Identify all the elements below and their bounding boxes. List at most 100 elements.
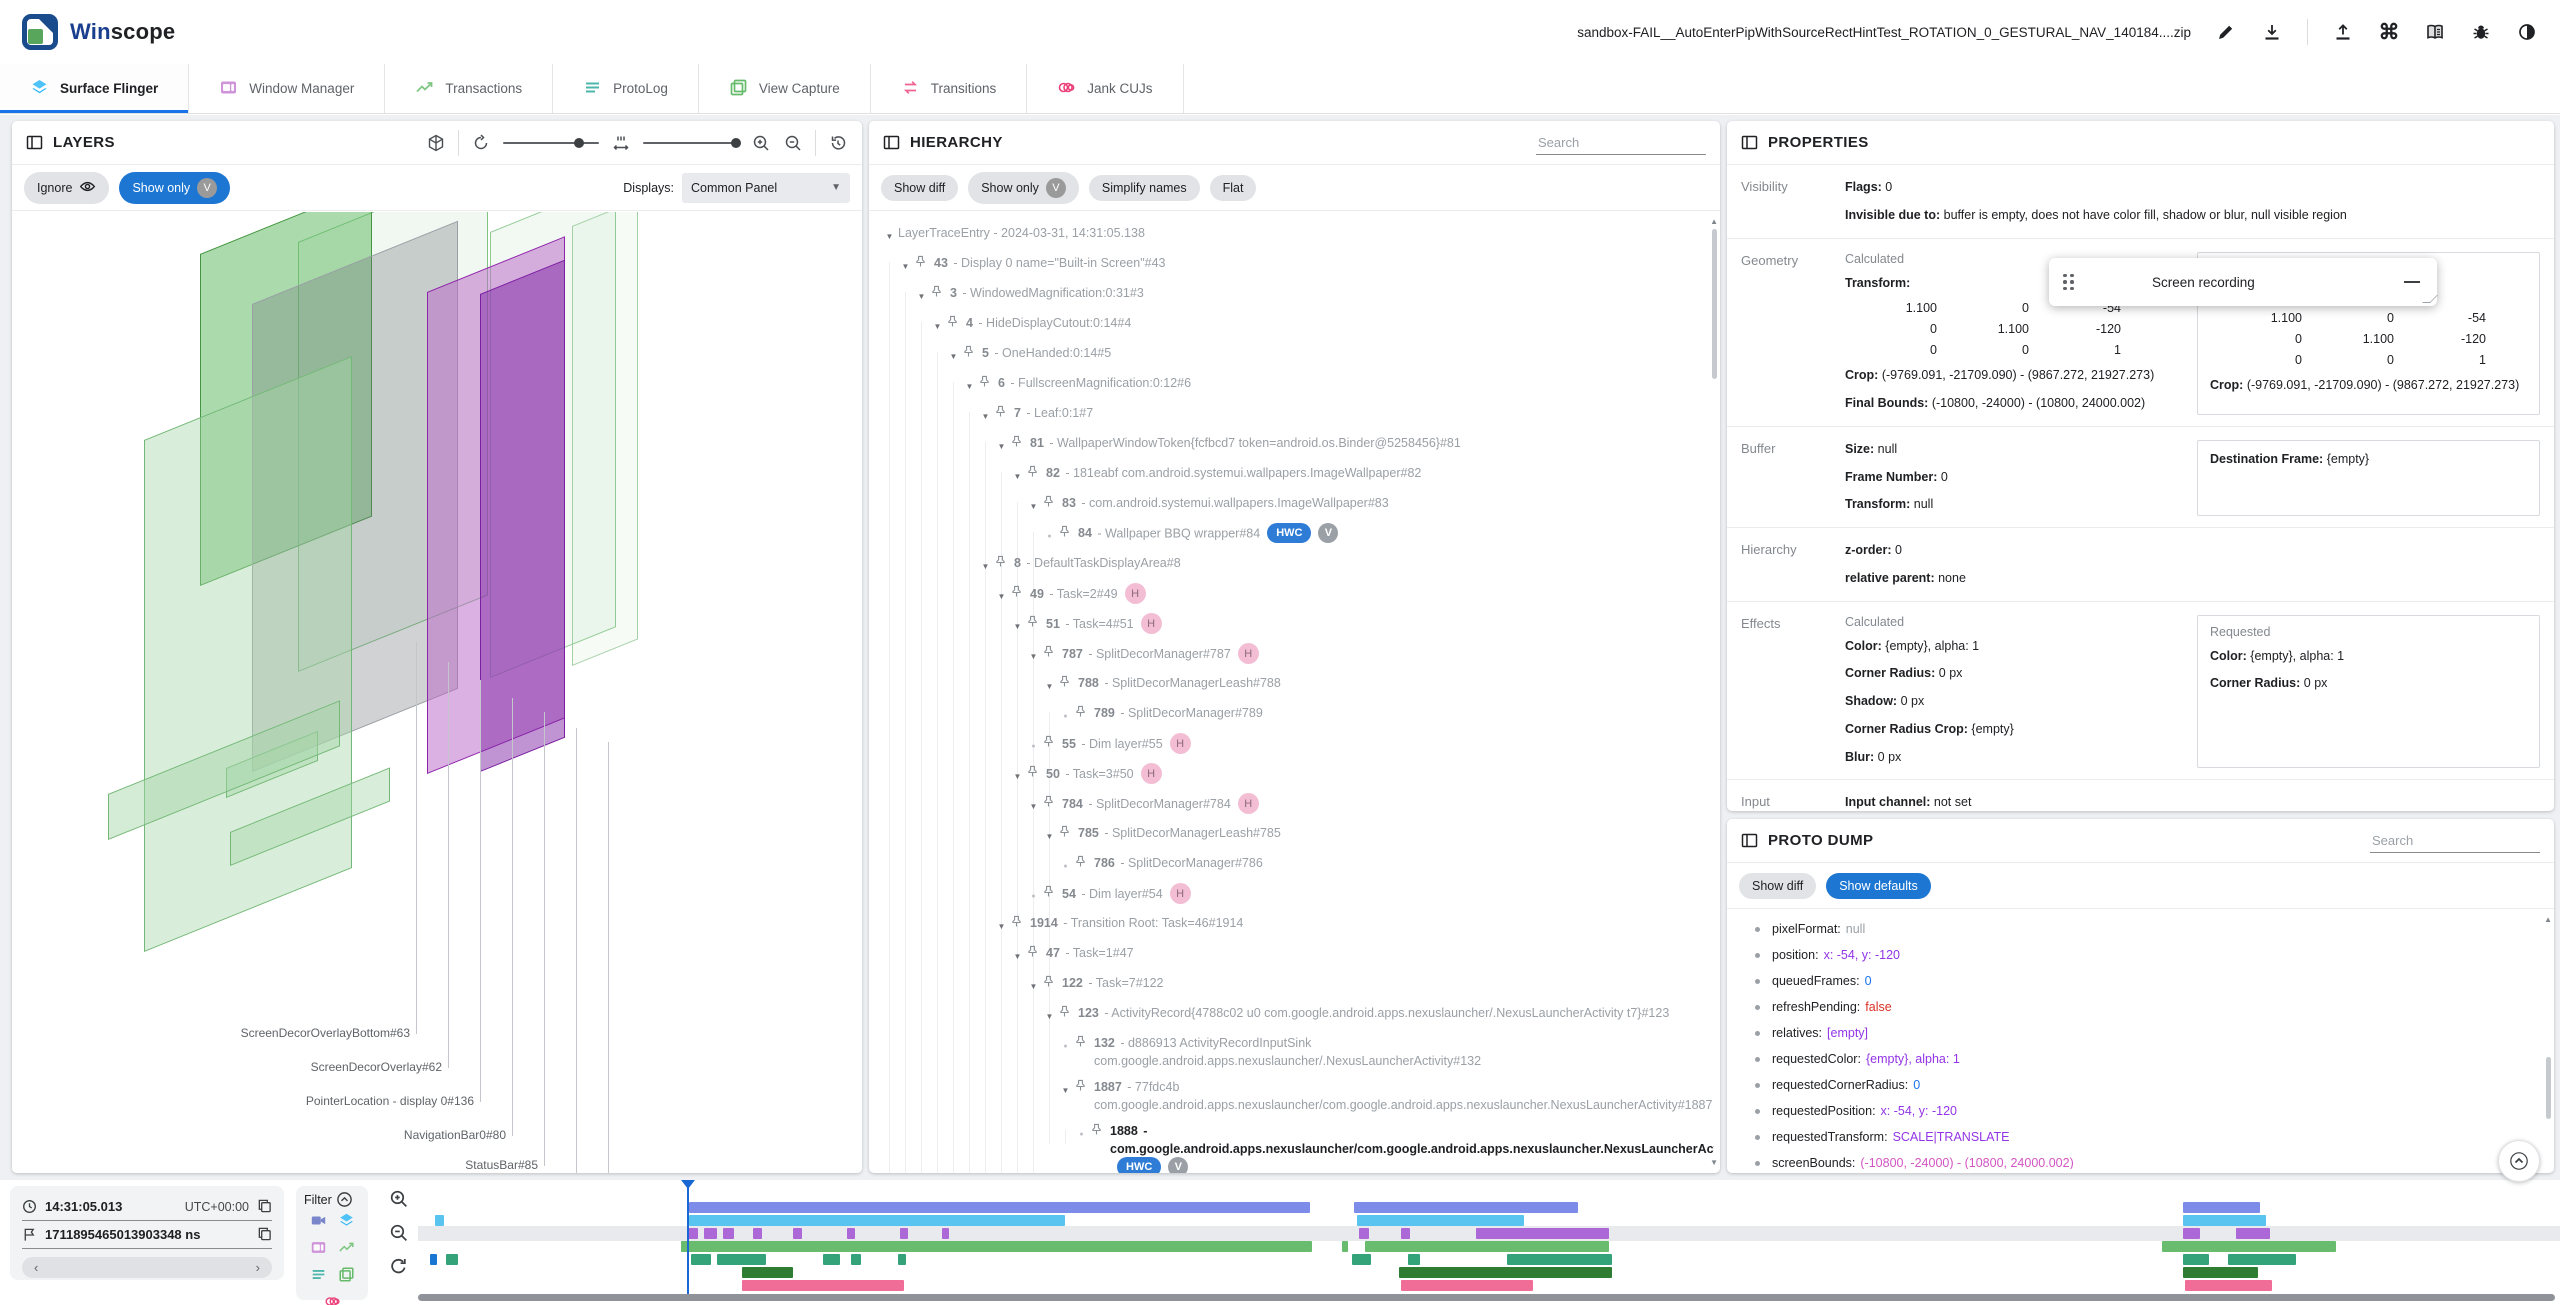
pin-icon[interactable] — [1026, 615, 1041, 630]
expand-arrow-icon[interactable]: ▼ — [1009, 614, 1026, 636]
timeline-segment[interactable] — [716, 1254, 766, 1265]
tree-row-1888[interactable]: ● 1888 - com.google.android.apps.nexuslau… — [1073, 1118, 1714, 1173]
pin-icon[interactable] — [1042, 495, 1057, 510]
pin-icon[interactable] — [978, 375, 993, 390]
tree-row-122[interactable]: ▼ 122 - Task=7#122 — [1025, 970, 1686, 1000]
timeline-zoom-in-icon[interactable] — [388, 1188, 409, 1209]
scroll-up-icon[interactable]: ▲ — [1710, 217, 1718, 226]
proto-scrollbar[interactable] — [2546, 1057, 2551, 1119]
show-only-chip[interactable]: Show only V — [119, 171, 231, 204]
timeline-row-jank-cujs[interactable] — [430, 1280, 2555, 1291]
property-row[interactable]: Size: null — [1845, 440, 2187, 459]
zoom-out-icon[interactable] — [783, 133, 803, 153]
resize-handle[interactable] — [2422, 295, 2438, 303]
timeline-segment[interactable] — [1407, 1254, 1421, 1265]
list-filter-icon[interactable] — [310, 1266, 327, 1288]
expand-arrow-icon[interactable]: ▼ — [929, 314, 946, 336]
property-row[interactable]: Corner Radius: 0 px — [1845, 664, 2187, 683]
timeline-segment[interactable] — [1341, 1241, 1348, 1252]
prev-frame-button[interactable]: ‹ — [34, 1260, 38, 1275]
chip-simplify-names[interactable]: Simplify names — [1088, 174, 1200, 201]
pin-icon[interactable] — [1090, 1123, 1105, 1138]
tab-transitions[interactable]: Transitions — [871, 64, 1028, 113]
proto-row-requestedTransform[interactable]: requestedTransform: SCALE|TRANSLATE — [1727, 1124, 2548, 1150]
timeline-segment[interactable] — [2183, 1267, 2258, 1278]
expand-arrow-icon[interactable]: ▼ — [1025, 494, 1042, 516]
pin-icon[interactable] — [1042, 795, 1057, 810]
proto-row-screenBounds[interactable]: screenBounds: (-10800, -24000) - (10800, … — [1727, 1150, 2548, 1169]
timeline-segment[interactable] — [2236, 1228, 2271, 1239]
pin-icon[interactable] — [994, 555, 1009, 570]
expand-arrow-icon[interactable]: ▼ — [961, 374, 978, 396]
pin-icon[interactable] — [914, 255, 929, 270]
tree-row-6[interactable]: ▼ 6 - FullscreenMagnification:0:12#6 — [961, 370, 1686, 400]
tree-row-83[interactable]: ▼ 83 - com.android.systemui.wallpapers.Im… — [1025, 490, 1686, 520]
next-frame-button[interactable]: › — [256, 1260, 260, 1275]
jank-filter-icon[interactable] — [324, 1293, 341, 1305]
tree-row-81[interactable]: ▼ 81 - WallpaperWindowToken{fcfbcd7 token… — [993, 430, 1686, 460]
property-row[interactable]: Shadow: 0 px — [1845, 692, 2187, 711]
proto-row-pixelFormat[interactable]: pixelFormat: null — [1727, 916, 2548, 942]
timeline-segment[interactable] — [793, 1228, 802, 1239]
pin-icon[interactable] — [1026, 465, 1041, 480]
expand-timeline-button[interactable] — [2498, 1140, 2540, 1182]
tree-row-5[interactable]: ▼ 5 - OneHanded:0:14#5 — [945, 340, 1686, 370]
ns-timestamp[interactable]: 1711895465013903348 ns — [45, 1227, 200, 1242]
timeline-segment[interactable] — [680, 1241, 1312, 1252]
tab-surface-flinger[interactable]: Surface Flinger — [0, 64, 190, 113]
pin-icon[interactable] — [994, 405, 1009, 420]
expand-arrow-icon[interactable]: ▼ — [1041, 674, 1058, 696]
expand-arrow-icon[interactable]: ▼ — [993, 584, 1010, 606]
tree-row-4[interactable]: ▼ 4 - HideDisplayCutout:0:14#4 — [929, 310, 1686, 340]
property-row[interactable]: Input channel: not set — [1845, 793, 2540, 811]
proto-row-requestedCornerRadius[interactable]: requestedCornerRadius: 0 — [1727, 1072, 2548, 1098]
pin-icon[interactable] — [1058, 525, 1073, 540]
tab-window-manager[interactable]: Window Manager — [189, 64, 386, 113]
tree-row-49[interactable]: ▼ 49 - Task=2#49 H — [993, 580, 1686, 610]
pin-icon[interactable] — [946, 315, 961, 330]
timeline-segment[interactable] — [897, 1254, 906, 1265]
expand-arrow-icon[interactable]: ▼ — [1041, 824, 1058, 846]
copy-icon[interactable] — [257, 1226, 272, 1244]
timeline-row-view-capture[interactable] — [430, 1254, 2555, 1265]
proto-row-position[interactable]: position: x: -54, y: -120 — [1727, 942, 2548, 968]
tree-row-787[interactable]: ▼ 787 - SplitDecorManager#787 H — [1025, 640, 1686, 670]
download-icon[interactable] — [2261, 21, 2283, 43]
timeline-segment[interactable] — [1354, 1202, 1578, 1213]
tree-row-786[interactable]: ● 786 - SplitDecorManager#786 — [1057, 850, 1686, 880]
property-row[interactable]: Color: {empty}, alpha: 1 — [1845, 637, 2187, 656]
layer-shape[interactable] — [480, 259, 565, 772]
dark-mode-icon[interactable] — [2516, 21, 2538, 43]
tab-jank-cujs[interactable]: Jank CUJs — [1027, 64, 1184, 113]
tab-view-capture[interactable]: View Capture — [699, 64, 871, 113]
tree-row-82[interactable]: ▼ 82 - 181eabf com.android.systemui.wallp… — [1009, 460, 1686, 490]
minimize-button[interactable] — [2401, 271, 2423, 293]
property-row[interactable]: Crop: (-9769.091, -21709.090) - (9867.27… — [1845, 366, 2187, 385]
edit-icon[interactable] — [2215, 21, 2237, 43]
reset-view-icon[interactable] — [828, 133, 848, 153]
zoom-in-icon[interactable] — [751, 133, 771, 153]
tree-row-1914[interactable]: ▼ 1914 - Transition Root: Task=46#1914 — [993, 910, 1686, 940]
layer-shape[interactable] — [144, 355, 352, 952]
expand-arrow-icon[interactable]: ▼ — [1009, 764, 1026, 786]
tree-row-789[interactable]: ● 789 - SplitDecorManager#789 — [1057, 700, 1686, 730]
tree-row-54[interactable]: ● 54 - Dim layer#54 H — [1025, 880, 1686, 910]
3d-view-icon[interactable] — [426, 133, 446, 153]
pin-icon[interactable] — [1058, 1005, 1073, 1020]
timeline-segment[interactable] — [753, 1228, 762, 1239]
timeline-segment[interactable] — [1401, 1280, 1533, 1291]
expand-arrow-icon[interactable]: ▼ — [1009, 944, 1026, 966]
drag-handle-icon[interactable] — [2063, 273, 2074, 291]
pin-icon[interactable] — [1042, 645, 1057, 660]
pin-icon[interactable] — [1042, 885, 1057, 900]
timeline-segment[interactable] — [2183, 1228, 2201, 1239]
timeline-segment[interactable] — [430, 1254, 438, 1265]
timeline-segment[interactable] — [1507, 1254, 1612, 1265]
scroll-up-icon[interactable]: ▲ — [2544, 915, 2552, 924]
tree-row-47[interactable]: ▼ 47 - Task=1#47 — [1009, 940, 1686, 970]
timeline-segment[interactable] — [1352, 1254, 1372, 1265]
expand-arrow-icon[interactable]: ▼ — [993, 914, 1010, 936]
tree-row-132[interactable]: ● 132 - d886913 ActivityRecordInputSink c… — [1057, 1030, 1686, 1074]
tree-row-788[interactable]: ▼ 788 - SplitDecorManagerLeash#788 — [1041, 670, 1686, 700]
timeline-cursor[interactable] — [681, 1180, 695, 1294]
